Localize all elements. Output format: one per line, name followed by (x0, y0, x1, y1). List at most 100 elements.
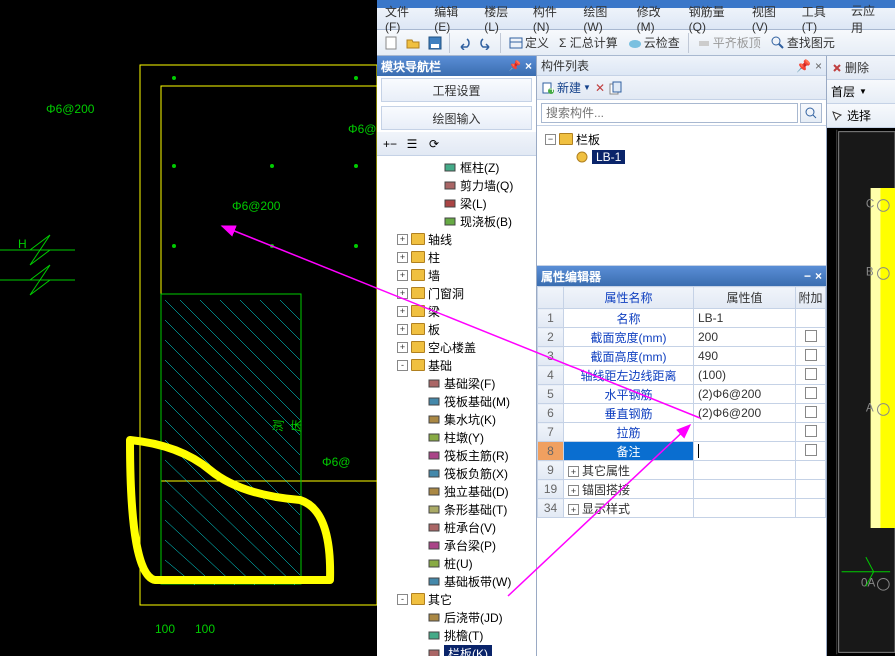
pin-icon[interactable]: 📌 (796, 59, 811, 73)
dim-100-a: 100 (155, 622, 175, 636)
project-settings-button[interactable]: 工程设置 (381, 78, 532, 102)
tree-item[interactable]: 筏板负筋(X) (377, 464, 536, 482)
menu-cloud[interactable]: 云应用 (847, 0, 891, 38)
tree-item[interactable]: 承台梁(P) (377, 536, 536, 554)
tree-item[interactable]: +板 (377, 320, 536, 338)
tree-item[interactable]: 筏板主筋(R) (377, 446, 536, 464)
component-tree[interactable]: −栏板 LB-1 (537, 126, 826, 266)
svg-text:+: + (549, 82, 555, 95)
property-row[interactable]: 6垂直钢筋(2)Φ6@200 (538, 404, 826, 423)
delete-button[interactable]: 删除 (831, 59, 869, 76)
component-list-header: 构件列表📌× (537, 56, 826, 76)
menu-edit[interactable]: 编辑(E) (430, 1, 478, 36)
sum-button[interactable]: Σ 汇总计算 (555, 32, 622, 54)
property-row[interactable]: 19+锚固搭接 (538, 480, 826, 499)
tree-toolbar: +− ☰ ⟳ (377, 132, 536, 156)
dim-text-1: Φ6@200 (46, 102, 95, 116)
flat-slab-button[interactable]: 平齐板顶 (693, 32, 765, 54)
property-row[interactable]: 1名称LB-1 (538, 309, 826, 328)
main-toolbar: 定义 Σ 汇总计算 云检查 平齐板顶 查找图元 (377, 30, 895, 56)
select-mode-button[interactable]: 选择 (827, 104, 895, 128)
pin-icon[interactable]: 📌 (509, 61, 521, 72)
property-row[interactable]: 2截面宽度(mm)200 (538, 328, 826, 347)
close-icon[interactable]: × (525, 59, 532, 73)
collapse-icon[interactable]: ☰ (403, 135, 421, 153)
drawing-input-button[interactable]: 绘图输入 (381, 106, 532, 130)
tree-item[interactable]: 梁(L) (377, 194, 536, 212)
property-row[interactable]: 9+其它属性 (538, 461, 826, 480)
tree-item[interactable]: -其它 (377, 590, 536, 608)
component-toolbar: +新建▼ ✕ (537, 76, 826, 100)
tree-item[interactable]: 框柱(Z) (377, 158, 536, 176)
application-window: 文件(F) 编辑(E) 楼层(L) 构件(N) 绘图(W) 修改(M) 钢筋量(… (377, 0, 895, 656)
find-graph-button[interactable]: 查找图元 (767, 32, 839, 54)
property-row[interactable]: 8备注 (538, 442, 826, 461)
tree-item[interactable]: 条形基础(T) (377, 500, 536, 518)
tree-item[interactable]: +柱 (377, 248, 536, 266)
property-editor-header: 属性编辑器−× (537, 266, 826, 286)
svg-text:C: C (866, 197, 874, 210)
search-icon[interactable] (800, 103, 822, 123)
redo-icon[interactable] (476, 33, 496, 53)
nav-panel-header: 模块导航栏📌× (377, 56, 536, 76)
close-icon[interactable]: × (815, 59, 822, 73)
tree-item[interactable]: 桩(U) (377, 554, 536, 572)
tree-item[interactable]: 后浇带(JD) (377, 608, 536, 626)
tree-item[interactable]: +梁 (377, 302, 536, 320)
tree-item-lb1[interactable]: LB-1 (541, 148, 822, 166)
search-row (537, 100, 826, 126)
define-button[interactable]: 定义 (505, 32, 553, 54)
right-sidebar: 删除 首层▼ 选择 C B A 0A (827, 56, 895, 656)
component-panel: 构件列表📌× +新建▼ ✕ −栏板 LB-1 属性编辑器−× (537, 56, 827, 656)
property-row[interactable]: 4轴线距左边线距离(100) (538, 366, 826, 385)
save-icon[interactable] (425, 33, 445, 53)
tree-item[interactable]: 基础梁(F) (377, 374, 536, 392)
tree-item[interactable]: -基础 (377, 356, 536, 374)
tree-item[interactable]: 基础板带(W) (377, 572, 536, 590)
tree-item[interactable]: 现浇板(B) (377, 212, 536, 230)
new-icon[interactable] (381, 33, 401, 53)
tree-item[interactable]: +空心楼盖 (377, 338, 536, 356)
menu-file[interactable]: 文件(F) (381, 1, 428, 36)
property-row[interactable]: 5水平钢筋(2)Φ6@200 (538, 385, 826, 404)
tree-item[interactable]: +墙 (377, 266, 536, 284)
dim-text-4: Φ6@ (322, 455, 350, 469)
tree-item[interactable]: 筏板基础(M) (377, 392, 536, 410)
tree-item[interactable]: +轴线 (377, 230, 536, 248)
property-row[interactable]: 7拉筋 (538, 423, 826, 442)
right-canvas[interactable]: C B A 0A (827, 128, 895, 656)
svg-text:床: 床 (289, 419, 304, 432)
tree-item[interactable]: 栏板(K) (377, 644, 536, 656)
search-input[interactable] (541, 103, 798, 123)
tree-item[interactable]: 柱墩(Y) (377, 428, 536, 446)
tree-item[interactable]: 集水坑(K) (377, 410, 536, 428)
open-icon[interactable] (403, 33, 423, 53)
svg-text:浏: 浏 (271, 419, 286, 432)
tree-item[interactable]: +门窗洞 (377, 284, 536, 302)
property-row[interactable]: 3截面高度(mm)490 (538, 347, 826, 366)
expand-icon[interactable]: +− (381, 135, 399, 153)
tree-item[interactable]: 桩承台(V) (377, 518, 536, 536)
delete-component-icon[interactable]: ✕ (595, 81, 605, 95)
cloud-check-button[interactable]: 云检查 (624, 32, 684, 54)
dim-100-b: 100 (195, 622, 215, 636)
property-table[interactable]: 属性名称 属性值 附加 1名称LB-12截面宽度(mm)2003截面高度(mm)… (537, 286, 826, 656)
module-nav-panel: 模块导航栏📌× 工程设置 绘图输入 +− ☰ ⟳ 框柱(Z)剪力墙(Q)梁(L)… (377, 56, 537, 656)
dim-text-2: Φ6@200 (232, 199, 281, 213)
new-component-button[interactable]: +新建▼ (541, 79, 591, 96)
tree-root-lanban[interactable]: −栏板 (541, 130, 822, 148)
copy-component-icon[interactable] (609, 81, 623, 95)
dim-text-3: Φ6@ (348, 122, 376, 136)
tree-item[interactable]: 挑檐(T) (377, 626, 536, 644)
refresh-icon[interactable]: ⟳ (425, 135, 443, 153)
property-row[interactable]: 34+显示样式 (538, 499, 826, 518)
tree-item[interactable]: 独立基础(D) (377, 482, 536, 500)
undo-icon[interactable] (454, 33, 474, 53)
floor-selector[interactable]: 首层▼ (827, 80, 895, 104)
right-toolbar: 删除 (827, 56, 895, 80)
close-icon[interactable]: × (815, 269, 822, 283)
nav-tree[interactable]: 框柱(Z)剪力墙(Q)梁(L)现浇板(B)+轴线+柱+墙+门窗洞+梁+板+空心楼… (377, 156, 536, 656)
svg-text:B: B (866, 265, 874, 278)
cad-drawing-area: Φ6@200 Φ6@200 Φ6@ Φ6@ H 浏 床 100 100 (0, 0, 377, 656)
tree-item[interactable]: 剪力墙(Q) (377, 176, 536, 194)
